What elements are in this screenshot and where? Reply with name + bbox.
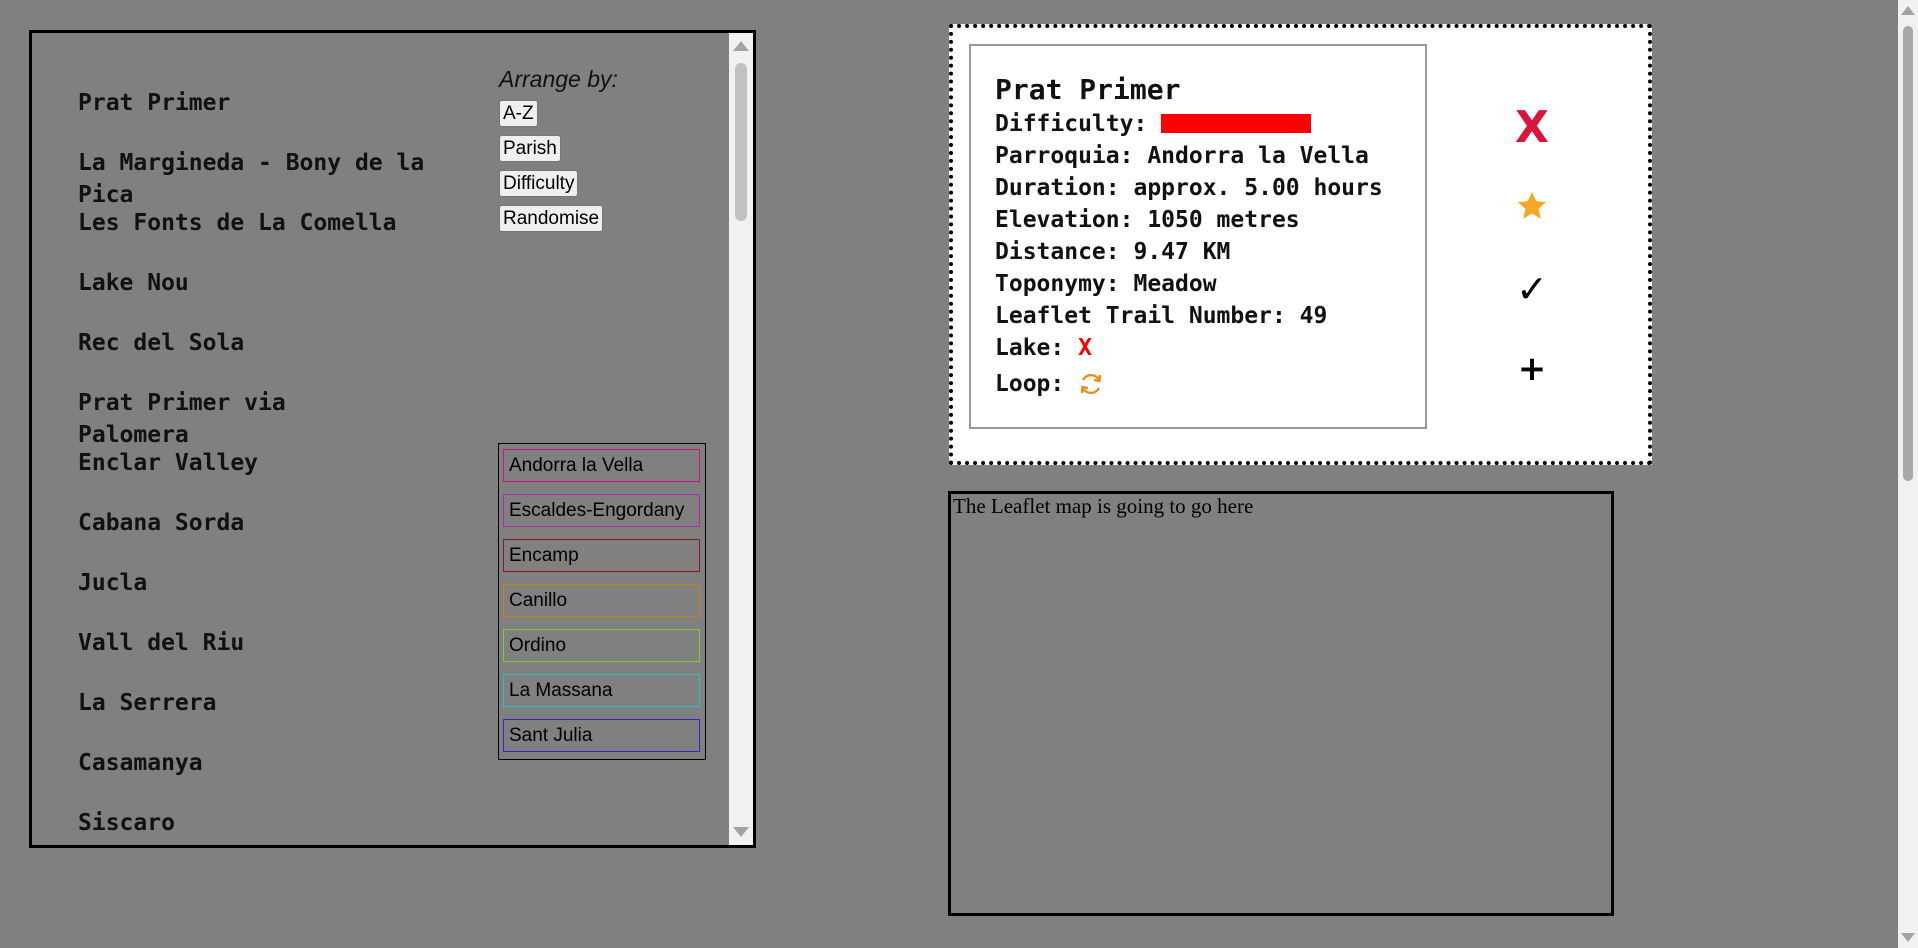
parish-la-massana-button[interactable]: La Massana — [503, 674, 700, 707]
trail-item[interactable]: Les Fonts de La Comella — [78, 207, 438, 239]
trail-item[interactable]: Casamanya — [78, 747, 438, 779]
list-scrollbar[interactable] — [729, 33, 753, 845]
plus-icon: + — [1517, 349, 1547, 389]
loop-label: Loop: — [995, 371, 1065, 397]
page-scroll-thumb[interactable] — [1903, 26, 1913, 481]
parish-escaldes-engordany-button[interactable]: Escaldes-Engordany — [503, 494, 700, 527]
toponymy-row: Toponymy: Meadow — [995, 271, 1217, 297]
trail-item[interactable]: La Margineda - Bony de la Pica — [78, 147, 438, 211]
trail-item[interactable]: Enclar Valley — [78, 447, 438, 479]
difficulty-row: Difficulty: — [995, 108, 1425, 140]
refresh-icon — [1078, 371, 1104, 406]
done-button[interactable]: ✓ — [1502, 259, 1562, 319]
check-icon: ✓ — [1516, 267, 1548, 311]
arrange-by-label: Arrange by: — [499, 66, 618, 92]
trail-item[interactable]: Lake Nou — [78, 267, 438, 299]
scroll-up-arrow-icon[interactable] — [1901, 6, 1915, 15]
sort-difficulty-button[interactable]: Difficulty — [499, 170, 579, 197]
parish-encamp-button[interactable]: Encamp — [503, 539, 700, 572]
scroll-down-arrow-icon[interactable] — [733, 827, 749, 837]
trail-list-panel: Prat Primer La Margineda - Bony de la Pi… — [29, 30, 756, 848]
trail-info-box: Prat Primer Difficulty: Parroquia: Andor… — [969, 44, 1427, 429]
trail-item[interactable]: Siscaro — [78, 807, 438, 839]
parish-filter-group: Andorra la Vella Escaldes-Engordany Enca… — [498, 443, 706, 760]
duration-row: Duration: approx. 5.00 hours — [995, 175, 1383, 201]
trail-item[interactable]: Rec del Sola — [78, 327, 438, 359]
trail-item[interactable]: La Serrera — [78, 687, 438, 719]
add-button[interactable]: + — [1502, 339, 1562, 399]
trail-list: Prat Primer La Margineda - Bony de la Pi… — [78, 87, 438, 845]
lake-label: Lake: — [995, 335, 1065, 361]
trail-detail-card: Prat Primer Difficulty: Parroquia: Andor… — [949, 24, 1652, 465]
distance-row: Distance: 9.47 KM — [995, 239, 1231, 265]
loop-row: Loop: — [995, 368, 1425, 406]
scroll-down-arrow-icon[interactable] — [1901, 933, 1915, 942]
map-placeholder-text: The Leaflet map is going to go here — [953, 494, 1254, 518]
page-scrollbar[interactable] — [1898, 0, 1918, 948]
parish-canillo-button[interactable]: Canillo — [503, 584, 700, 617]
trail-item[interactable]: Jucla — [78, 567, 438, 599]
close-icon: X — [1515, 101, 1549, 153]
trail-item[interactable]: Prat Primer via Palomera — [78, 387, 338, 451]
trail-item[interactable]: Prat Primer — [78, 87, 438, 119]
trail-item[interactable]: Vall del Riu — [78, 627, 438, 659]
parish-andorra-la-vella-button[interactable]: Andorra la Vella — [503, 449, 700, 482]
lake-value: X — [1078, 335, 1092, 361]
star-icon — [1515, 189, 1549, 227]
parish-ordino-button[interactable]: Ordino — [503, 629, 700, 662]
parroquia-row: Parroquia: Andorra la Vella — [995, 143, 1369, 169]
list-scroll-thumb[interactable] — [735, 63, 747, 221]
trail-title: Prat Primer — [995, 73, 1181, 106]
map-container[interactable]: The Leaflet map is going to go here — [948, 491, 1614, 916]
sort-az-button[interactable]: A-Z — [499, 100, 538, 127]
difficulty-bar — [1161, 114, 1312, 133]
lake-row: Lake: X — [995, 332, 1425, 364]
favorite-button[interactable] — [1502, 178, 1562, 238]
leaflet-number-row: Leaflet Trail Number: 49 — [995, 303, 1328, 329]
scroll-up-arrow-icon[interactable] — [733, 41, 749, 51]
sort-parish-button[interactable]: Parish — [499, 135, 561, 162]
difficulty-label: Difficulty: — [995, 111, 1148, 137]
dismiss-button[interactable]: X — [1502, 97, 1562, 157]
randomise-button[interactable]: Randomise — [499, 205, 604, 232]
parish-sant-julia-button[interactable]: Sant Julia — [503, 719, 700, 752]
trail-item[interactable]: Cabana Sorda — [78, 507, 438, 539]
elevation-row: Elevation: 1050 metres — [995, 207, 1300, 233]
